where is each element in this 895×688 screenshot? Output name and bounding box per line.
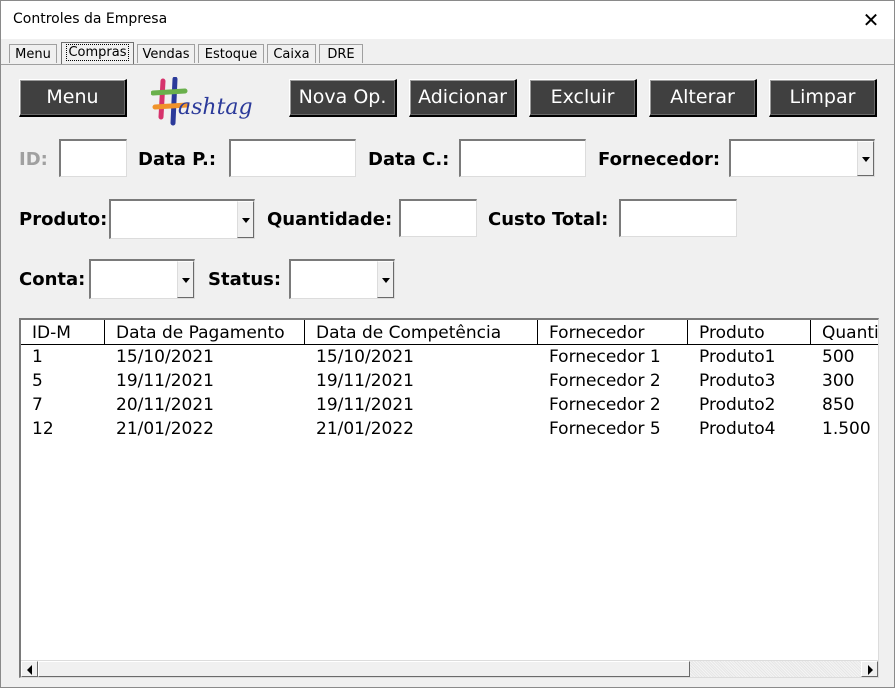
cell: Fornecedor 2 (549, 395, 661, 415)
tab-estoque[interactable]: Estoque (198, 44, 264, 63)
col-data-pagamento: Data de Pagamento (105, 320, 305, 344)
compras-listbox[interactable]: ID-M Data de Pagamento Data de Competênc… (19, 318, 879, 678)
chevron-down-icon (182, 277, 190, 283)
col-id-m: ID-M (21, 320, 105, 344)
status-label: Status: (208, 269, 282, 290)
title-bar: Controles da Empresa ✕ (1, 1, 894, 39)
data-pagamento-field[interactable] (229, 139, 356, 177)
scrollbar-track[interactable] (690, 661, 861, 677)
cell: Produto2 (699, 395, 776, 415)
cell: 5 (32, 371, 43, 391)
adicionar-button[interactable]: Adicionar (409, 79, 517, 117)
cell: Produto3 (699, 371, 776, 391)
tab-divider (1, 64, 894, 65)
tab-label: Caixa (273, 47, 310, 62)
fornecedor-combo[interactable] (729, 139, 875, 177)
chevron-down-icon (242, 217, 250, 223)
cell: 15/10/2021 (316, 347, 414, 367)
produto-dropdown-button[interactable] (237, 201, 254, 238)
tab-vendas[interactable]: Vendas (137, 44, 195, 63)
col-data-competencia: Data de Competência (305, 320, 538, 344)
table-row[interactable]: 12 21/01/2022 21/01/2022 Fornecedor 5 Pr… (21, 417, 878, 441)
cell: 20/11/2021 (116, 395, 214, 415)
nova-op-button[interactable]: Nova Op. (289, 79, 397, 117)
horizontal-scrollbar[interactable] (21, 660, 878, 677)
cell: 1.500 (822, 419, 871, 439)
fornecedor-dropdown-button[interactable] (857, 141, 874, 176)
col-fornecedor: Fornecedor (538, 320, 688, 344)
produto-label: Produto: (19, 209, 108, 230)
fornecedor-label: Fornecedor: (598, 149, 721, 170)
table-row[interactable]: 5 19/11/2021 19/11/2021 Fornecedor 2 Pro… (21, 369, 878, 393)
cell: 7 (32, 395, 43, 415)
app-window: Controles da Empresa ✕ Menu Compras Vend… (0, 0, 895, 688)
alterar-button[interactable]: Alterar (649, 79, 757, 117)
cell: Produto4 (699, 419, 776, 439)
cell: 19/11/2021 (316, 395, 414, 415)
custo-total-field[interactable] (619, 199, 737, 237)
cell: 300 (822, 371, 855, 391)
produto-combo[interactable] (109, 199, 255, 239)
tab-menu[interactable]: Menu (9, 44, 57, 63)
quantidade-field[interactable] (399, 199, 477, 237)
table-header: ID-M Data de Pagamento Data de Competênc… (21, 320, 879, 345)
cell: 21/01/2022 (116, 419, 214, 439)
cell: Fornecedor 1 (549, 347, 661, 367)
tab-label: Menu (15, 47, 51, 62)
quantidade-label: Quantidade: (267, 209, 393, 230)
chevron-down-icon (862, 156, 870, 162)
scroll-right-button[interactable] (861, 661, 878, 677)
arrow-right-icon (868, 665, 873, 675)
cell: 500 (822, 347, 855, 367)
tab-dre[interactable]: DRE (319, 44, 363, 63)
cell: 19/11/2021 (316, 371, 414, 391)
table-row[interactable]: 1 15/10/2021 15/10/2021 Fornecedor 1 Pro… (21, 345, 878, 369)
status-dropdown-button[interactable] (377, 261, 394, 298)
excluir-button[interactable]: Excluir (529, 79, 637, 117)
limpar-button[interactable]: Limpar (769, 79, 877, 117)
hashtag-logo: ashtag (150, 76, 266, 129)
status-combo[interactable] (289, 259, 395, 299)
tab-label: Compras (66, 44, 129, 61)
cell: 1 (32, 347, 43, 367)
id-label: ID: (19, 149, 48, 170)
arrow-left-icon (27, 665, 32, 675)
tab-caixa[interactable]: Caixa (267, 44, 316, 63)
scrollbar-thumb[interactable] (38, 661, 690, 677)
tab-label: Vendas (142, 47, 190, 62)
conta-dropdown-button[interactable] (177, 261, 194, 298)
scroll-left-button[interactable] (21, 661, 38, 677)
conta-combo[interactable] (89, 259, 195, 299)
chevron-down-icon (382, 277, 390, 283)
conta-label: Conta: (19, 269, 86, 290)
cell: Fornecedor 5 (549, 419, 661, 439)
tab-label: DRE (327, 47, 355, 62)
cell: 850 (822, 395, 855, 415)
cell: 15/10/2021 (116, 347, 214, 367)
tab-compras[interactable]: Compras (61, 42, 134, 64)
logo-text: ashtag (178, 95, 253, 120)
window-title: Controles da Empresa (13, 11, 168, 27)
custo-total-label: Custo Total: (488, 209, 609, 230)
close-icon[interactable]: ✕ (856, 5, 886, 35)
cell: 19/11/2021 (116, 371, 214, 391)
data-c-label: Data C.: (368, 149, 450, 170)
col-quantidade: Quanti (822, 323, 879, 343)
cell: 12 (32, 419, 54, 439)
cell: Produto1 (699, 347, 776, 367)
id-field[interactable] (59, 139, 127, 177)
table-row[interactable]: 7 20/11/2021 19/11/2021 Fornecedor 2 Pro… (21, 393, 878, 417)
data-competencia-field[interactable] (459, 139, 586, 177)
cell: 21/01/2022 (316, 419, 414, 439)
tab-label: Estoque (204, 47, 258, 62)
menu-button[interactable]: Menu (19, 79, 127, 117)
data-p-label: Data P.: (138, 149, 217, 170)
cell: Fornecedor 2 (549, 371, 661, 391)
col-produto: Produto (688, 320, 811, 344)
